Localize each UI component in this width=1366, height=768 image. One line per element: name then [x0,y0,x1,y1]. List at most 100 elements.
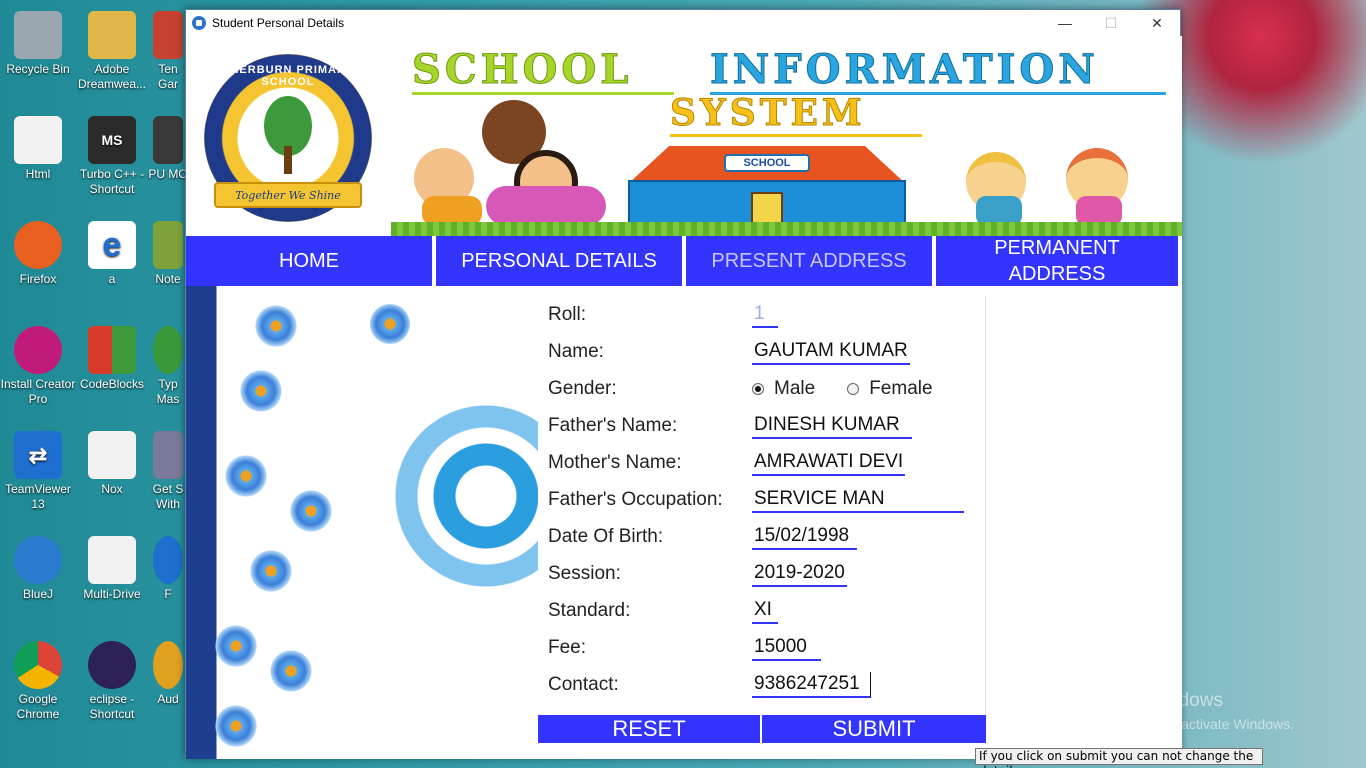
minimize-button[interactable]: — [1042,10,1088,36]
fee-field[interactable]: 15000 [752,635,821,661]
personal-details-form: Roll: 1 Name: GAUTAM KUMAR Gender: Male … [538,296,986,736]
flower-decoration [206,436,286,516]
desktop-icon-audio[interactable]: Aud [148,635,188,707]
desktop-icon-teamviewer[interactable]: ⇄ TeamViewer 13 [0,425,76,512]
nav-tab-permanent-address[interactable]: PERMANENT ADDRESS [936,236,1178,286]
desktop-icon-label: Nox [101,482,123,496]
desktop-icon-label: Turbo C++ - Shortcut [79,167,145,196]
contact-label: Contact: [548,673,619,695]
contact-field[interactable]: 9386247251 [752,671,871,698]
desktop-icon-multi-drive[interactable]: Multi-Drive [74,530,150,602]
desktop-icon-label: PU MO [148,167,188,181]
session-field[interactable]: 2019-2020 [752,561,847,587]
desktop-icon-ten-gar[interactable]: Ten Gar [148,5,188,92]
father-name-field[interactable]: DINESH KUMAR [752,413,912,439]
desktop-icon-label: Aud [157,692,179,706]
mother-name-label: Mother's Name: [548,451,682,473]
banner-underline [670,134,922,137]
desktop-icon-recycle-bin[interactable]: Recycle Bin [0,5,76,77]
name-field[interactable]: GAUTAM KUMAR [752,339,910,365]
flower-decoration [226,356,296,426]
desktop-icon-pu-mo[interactable]: PU MO [148,110,188,182]
notepad-icon [153,221,183,269]
desktop-icon-bluej[interactable]: BlueJ [0,530,76,602]
gender-male-radio[interactable]: Male [752,378,815,400]
document-icon [88,431,136,479]
form-row-contact: Contact: 9386247251 [538,666,986,703]
content-area: Roll: 1 Name: GAUTAM KUMAR Gender: Male … [186,286,1182,759]
desktop-icon-label: a [108,272,116,286]
firefox-icon [14,221,62,269]
eclipse-icon [88,641,136,689]
desktop-icon-a[interactable]: e a [74,215,150,287]
nav-tab-present-address[interactable]: PRESENT ADDRESS [686,236,932,286]
dob-field[interactable]: 15/02/1998 [752,524,858,550]
recycle-bin-icon [14,11,62,59]
database-icon [153,431,183,479]
radio-unselected-icon [847,382,860,395]
folder-icon [88,11,136,59]
desktop-icon-google-chrome[interactable]: Google Chrome [0,635,76,722]
desktop-icon-label: F [164,587,172,601]
desktop-icon-label: Firefox [19,272,57,286]
desktop-icon-install-creator[interactable]: Install Creator Pro [0,320,76,407]
codeblocks-icon [88,326,136,374]
desktop-icon-label: Install Creator Pro [0,377,76,406]
maximize-button[interactable]: ☐ [1088,10,1134,36]
school-door [751,192,783,226]
mother-name-field[interactable]: AMRAWATI DEVI [752,450,906,476]
turbo-cpp-icon: MS [88,116,136,164]
occupation-field[interactable]: SERVICE MAN [752,487,964,513]
header-banner: SHERBURN PRIMARY SCHOOL Together We Shin… [186,36,1182,236]
submit-button[interactable]: SUBMIT [762,715,986,743]
banner-title-school: SCHOOL [411,46,633,94]
dob-label: Date Of Birth: [548,525,664,547]
desktop-icon-turbo-cpp[interactable]: MS Turbo C++ - Shortcut [74,110,150,197]
reset-button[interactable]: RESET [538,715,760,743]
cartoon-kid-body [486,186,606,226]
desktop-icon-eclipse[interactable]: eclipse - Shortcut [74,635,150,722]
form-row-fee: Fee: 15000 [538,629,986,666]
audio-icon [153,641,183,689]
desktop-icon-codeblocks[interactable]: CodeBlocks [74,320,150,392]
banner-title-information: INFORMATION [710,46,1099,94]
form-row-roll: Roll: 1 [538,296,986,333]
desktop-icon-nox[interactable]: Nox [74,425,150,497]
form-row-name: Name: GAUTAM KUMAR [538,333,986,370]
standard-label: Standard: [548,599,631,621]
desktop-icon-adobe-dreamweaver[interactable]: Adobe Dreamwea... [74,5,150,92]
desktop-icon-notepad[interactable]: Note [148,215,188,287]
document-icon [14,116,62,164]
form-actions: RESET SUBMIT [538,715,986,743]
desktop-icon-label: CodeBlocks [79,377,145,391]
standard-field[interactable]: XI [752,598,778,624]
form-row-gender: Gender: Male Female [538,370,986,407]
nav-tab-home[interactable]: HOME [186,236,432,286]
roll-label: Roll: [548,303,587,325]
app-icon [153,536,183,584]
desktop-icon-label: Ten Gar [157,62,178,91]
desktop-icon-f[interactable]: F [148,530,188,602]
flower-decoration [246,296,306,356]
desktop-icon-html[interactable]: Html [0,110,76,182]
desktop-icons: Recycle Bin Adobe Dreamwea... Ten Gar Ht… [0,0,200,768]
gender-female-label: Female [869,377,933,399]
submit-tooltip: If you click on submit you can not chang… [975,748,1263,768]
edge-icon: e [88,221,136,269]
flower-decoration [266,646,316,696]
banner-underline [412,92,674,95]
install-creator-icon [14,326,62,374]
desktop-icon-typing-master[interactable]: Typ Mas [148,320,188,407]
form-row-occupation: Father's Occupation: SERVICE MAN [538,481,986,518]
window-titlebar[interactable]: Student Personal Details — ☐ ✕ [186,10,1180,36]
close-button[interactable]: ✕ [1134,10,1180,36]
form-row-mother-name: Mother's Name: AMRAWATI DEVI [538,444,986,481]
gender-female-radio[interactable]: Female [847,377,933,400]
desktop-icon-get-started[interactable]: Get S With [148,425,188,512]
nav-tab-personal-details[interactable]: PERSONAL DETAILS [436,236,682,286]
typing-master-icon [153,326,183,374]
desktop-icon-firefox[interactable]: Firefox [0,215,76,287]
app-icon [153,11,183,59]
java-app-icon [192,16,206,30]
form-row-session: Session: 2019-2020 [538,555,986,592]
